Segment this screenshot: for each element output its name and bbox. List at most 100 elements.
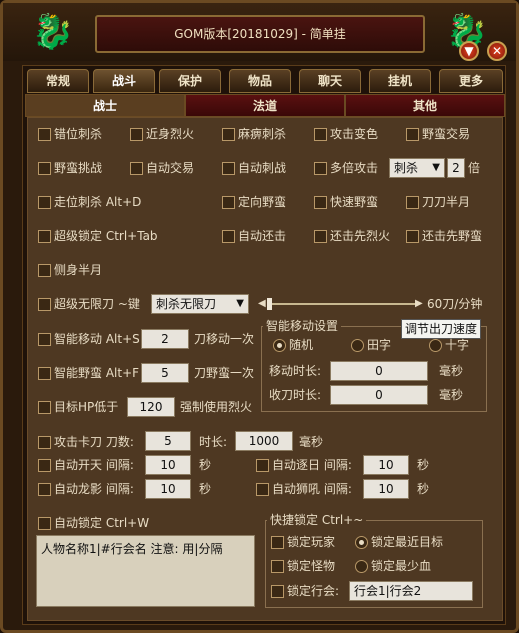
multi-attack-value[interactable]: 2 bbox=[447, 158, 465, 178]
smart-barbarian-label: 智能野蛮 Alt+F bbox=[54, 366, 140, 380]
attack-color-label: 攻击变色 bbox=[330, 127, 379, 141]
misplaced-stab-label: 错位刺杀 bbox=[54, 127, 103, 141]
mode-field-radio[interactable] bbox=[351, 339, 364, 352]
auto-trade-label: 自动交易 bbox=[146, 161, 195, 175]
barbarian-challenge-checkbox[interactable] bbox=[38, 162, 51, 175]
slider-left-arrow-icon[interactable]: ◀ bbox=[258, 297, 266, 311]
super-lock-label: 超级锁定 Ctrl+Tab bbox=[54, 229, 158, 243]
walk-stab-label: 走位刺杀 Alt+D bbox=[54, 195, 142, 209]
auto-chase-unit: 秒 bbox=[417, 458, 430, 472]
retract-time-unit: 毫秒 bbox=[439, 388, 464, 402]
counter-barbarian-checkbox[interactable] bbox=[406, 230, 419, 243]
close-fire-checkbox[interactable] bbox=[130, 128, 143, 141]
minimize-button[interactable]: ▼ bbox=[459, 41, 479, 61]
speed-slider-track[interactable] bbox=[269, 303, 417, 305]
auto-open-label: 自动开天 间隔: bbox=[54, 458, 134, 472]
slider-right-arrow-icon[interactable]: ▶ bbox=[415, 297, 423, 311]
subtab-mage-taoist[interactable]: 法道 bbox=[185, 94, 345, 117]
dragon-left-icon: 🐉 bbox=[31, 12, 75, 52]
tab-combat[interactable]: 战斗 bbox=[93, 69, 155, 93]
barbarian-trade-label: 野蛮交易 bbox=[422, 127, 471, 141]
side-half-moon-checkbox[interactable] bbox=[38, 264, 51, 277]
mode-field-label: 田字 bbox=[367, 338, 392, 352]
subtab-warrior[interactable]: 战士 bbox=[25, 94, 185, 117]
smart-move-checkbox[interactable] bbox=[38, 333, 51, 346]
multi-attack-unit: 倍 bbox=[468, 161, 481, 175]
directed-barbarian-label: 定向野蛮 bbox=[238, 195, 287, 209]
tab-items[interactable]: 物品 bbox=[229, 69, 291, 93]
auto-lion-input[interactable]: 10 bbox=[363, 479, 409, 499]
paralysis-stab-checkbox[interactable] bbox=[222, 128, 235, 141]
attack-color-checkbox[interactable] bbox=[314, 128, 327, 141]
mode-cross-radio[interactable] bbox=[429, 339, 442, 352]
lock-player-checkbox[interactable] bbox=[271, 536, 284, 549]
multi-attack-select[interactable]: 刺杀 ▼ bbox=[389, 158, 445, 178]
target-hp-input[interactable]: 120 bbox=[127, 397, 175, 417]
auto-stab-checkbox[interactable] bbox=[222, 162, 235, 175]
lock-nearest-radio[interactable] bbox=[355, 536, 368, 549]
tab-protect[interactable]: 保护 bbox=[159, 69, 221, 93]
move-time-input[interactable]: 0 bbox=[330, 361, 428, 381]
unlimited-blade-select[interactable]: 刺杀无限刀 ▼ bbox=[151, 294, 249, 314]
auto-trade-checkbox[interactable] bbox=[130, 162, 143, 175]
lock-guild-checkbox[interactable] bbox=[271, 585, 284, 598]
smart-move-input[interactable]: 2 bbox=[141, 329, 189, 349]
lock-monster-checkbox[interactable] bbox=[271, 560, 284, 573]
auto-open-input[interactable]: 10 bbox=[145, 455, 191, 475]
auto-lion-checkbox[interactable] bbox=[256, 483, 269, 496]
card-time-input[interactable]: 1000 bbox=[235, 431, 293, 451]
card-blade-checkbox[interactable] bbox=[38, 436, 51, 449]
subtab-other[interactable]: 其他 bbox=[345, 94, 505, 117]
walk-stab-checkbox[interactable] bbox=[38, 196, 51, 209]
card-time-label: 时长: bbox=[199, 435, 228, 449]
unlimited-blade-checkbox[interactable] bbox=[38, 298, 51, 311]
auto-open-unit: 秒 bbox=[199, 458, 212, 472]
auto-open-checkbox[interactable] bbox=[38, 459, 51, 472]
retract-time-input[interactable]: 0 bbox=[330, 385, 428, 405]
title-bar[interactable]: 🐉 🐉 GOM版本[20181029] - 简单挂 ▼ ✕ bbox=[3, 3, 516, 61]
move-time-unit: 毫秒 bbox=[439, 364, 464, 378]
multi-attack-select-value: 刺杀 bbox=[394, 161, 419, 175]
smart-move-suffix: 刀移动一次 bbox=[194, 332, 255, 346]
card-blade-input[interactable]: 5 bbox=[145, 431, 191, 451]
smart-move-label: 智能移动 Alt+S bbox=[54, 332, 140, 346]
counter-fire-checkbox[interactable] bbox=[314, 230, 327, 243]
close-button[interactable]: ✕ bbox=[487, 41, 507, 61]
smart-barbarian-input[interactable]: 5 bbox=[141, 363, 189, 383]
tab-general[interactable]: 常规 bbox=[27, 69, 89, 93]
lock-player-label: 锁定玩家 bbox=[287, 535, 336, 549]
fast-barbarian-checkbox[interactable] bbox=[314, 196, 327, 209]
target-hp-checkbox[interactable] bbox=[38, 401, 51, 414]
auto-dragon-input[interactable]: 10 bbox=[145, 479, 191, 499]
counter-fire-label: 还击先烈火 bbox=[330, 229, 391, 243]
lock-least-hp-radio[interactable] bbox=[355, 560, 368, 573]
card-blade-label: 攻击卡刀 刀数: bbox=[54, 435, 134, 449]
smart-barbarian-checkbox[interactable] bbox=[38, 367, 51, 380]
auto-counter-checkbox[interactable] bbox=[222, 230, 235, 243]
tab-auto[interactable]: 挂机 bbox=[369, 69, 431, 93]
names-textarea[interactable]: 人物名称1|#行会名 注意: 用|分隔 bbox=[36, 535, 255, 607]
tab-more[interactable]: 更多 bbox=[439, 69, 503, 93]
card-time-unit: 毫秒 bbox=[299, 435, 324, 449]
barbarian-trade-checkbox[interactable] bbox=[406, 128, 419, 141]
lock-nearest-label: 锁定最近目标 bbox=[371, 535, 444, 549]
auto-chase-checkbox[interactable] bbox=[256, 459, 269, 472]
speed-slider-thumb[interactable] bbox=[267, 298, 272, 310]
auto-dragon-checkbox[interactable] bbox=[38, 483, 51, 496]
auto-lock-checkbox[interactable] bbox=[38, 517, 51, 530]
mode-random-radio[interactable] bbox=[273, 339, 286, 352]
fast-barbarian-label: 快速野蛮 bbox=[330, 195, 379, 209]
multi-attack-checkbox[interactable] bbox=[314, 162, 327, 175]
unlimited-blade-label: 超级无限刀 ~键 bbox=[54, 297, 140, 311]
paralysis-stab-label: 麻痹刺杀 bbox=[238, 127, 287, 141]
auto-lock-label: 自动锁定 Ctrl+W bbox=[54, 516, 150, 530]
super-lock-checkbox[interactable] bbox=[38, 230, 51, 243]
guild-input[interactable]: 行会1|行会2 bbox=[349, 581, 473, 601]
half-moon-checkbox[interactable] bbox=[406, 196, 419, 209]
auto-chase-input[interactable]: 10 bbox=[363, 455, 409, 475]
directed-barbarian-checkbox[interactable] bbox=[222, 196, 235, 209]
tab-chat[interactable]: 聊天 bbox=[299, 69, 361, 93]
auto-counter-label: 自动还击 bbox=[238, 229, 287, 243]
misplaced-stab-checkbox[interactable] bbox=[38, 128, 51, 141]
smart-barbarian-suffix: 刀野蛮一次 bbox=[194, 366, 255, 380]
